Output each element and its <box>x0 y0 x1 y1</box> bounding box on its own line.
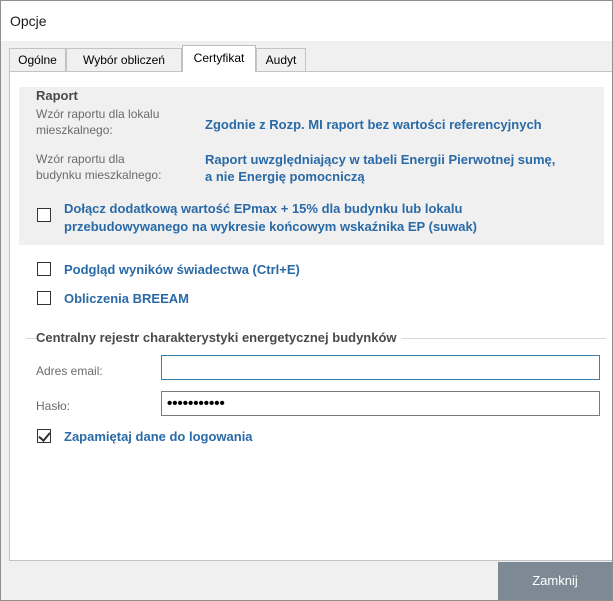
lokal-template-label-line1: Wzór raportu dla lokalu <box>36 107 160 121</box>
remember-checkbox-row[interactable]: Zapamiętaj dane do logowania <box>37 429 307 445</box>
lokal-template-link[interactable]: Zgodnie z Rozp. MI raport bez wartości r… <box>205 116 542 134</box>
tab-audyt[interactable]: Audyt <box>256 48 306 72</box>
lokal-template-label-line2: mieszkalnego: <box>36 123 113 137</box>
epmax-checkbox[interactable] <box>37 208 51 222</box>
raport-group: Raport Wzór raportu dla lokalu mieszkaln… <box>19 87 604 245</box>
tab-certyfikat[interactable]: Certyfikat <box>182 45 256 72</box>
raport-group-title: Raport <box>36 88 78 103</box>
budynek-template-label-line2: budynku mieszkalnego: <box>36 168 162 182</box>
epmax-checkbox-label-line1: Dołącz dodatkową wartość EPmax + 15% dla… <box>64 201 463 216</box>
preview-checkbox[interactable] <box>37 262 51 276</box>
email-label: Adres email: <box>36 364 103 378</box>
title-bar: Opcje <box>1 1 612 41</box>
remember-checkbox[interactable] <box>37 429 51 443</box>
tab-wybor-obliczen[interactable]: Wybór obliczeń <box>66 48 182 72</box>
budynek-template-link-line1[interactable]: Raport uwzględniający w tabeli Energii P… <box>205 151 555 169</box>
password-label: Hasło: <box>36 399 71 413</box>
budynek-template-link-line2[interactable]: a nie Energię pomocniczą <box>205 168 365 186</box>
tab-strip: Ogólne Wybór obliczeń Certyfikat Audyt <box>9 45 612 72</box>
window-title: Opcje <box>10 13 47 29</box>
remember-checkbox-label: Zapamiętaj dane do logowania <box>64 429 253 444</box>
breeam-checkbox[interactable] <box>37 291 51 305</box>
registry-group-title: Centralny rejestr charakterystyki energe… <box>36 330 401 345</box>
close-button[interactable]: Zamknij <box>498 562 612 600</box>
preview-checkbox-label: Podgląd wyników świadectwa (Ctrl+E) <box>64 262 300 277</box>
options-dialog: Opcje Ogólne Wybór obliczeń Certyfikat A… <box>0 0 613 601</box>
budynek-template-label-line1: Wzór raportu dla <box>36 152 125 166</box>
epmax-checkbox-row[interactable]: Dołącz dodatkową wartość EPmax + 15% dla… <box>37 201 577 244</box>
password-field[interactable]: ••••••••••• <box>161 391 600 416</box>
preview-checkbox-row[interactable]: Podgląd wyników świadectwa (Ctrl+E) <box>37 262 367 278</box>
email-field[interactable] <box>161 355 600 380</box>
password-mask: ••••••••••• <box>167 395 225 412</box>
breeam-checkbox-row[interactable]: Obliczenia BREEAM <box>37 291 237 307</box>
epmax-checkbox-label-line2: przebudowywanego na wykresie końcowym ws… <box>64 219 478 234</box>
tab-ogolne[interactable]: Ogólne <box>9 48 66 72</box>
breeam-checkbox-label: Obliczenia BREEAM <box>64 291 189 306</box>
